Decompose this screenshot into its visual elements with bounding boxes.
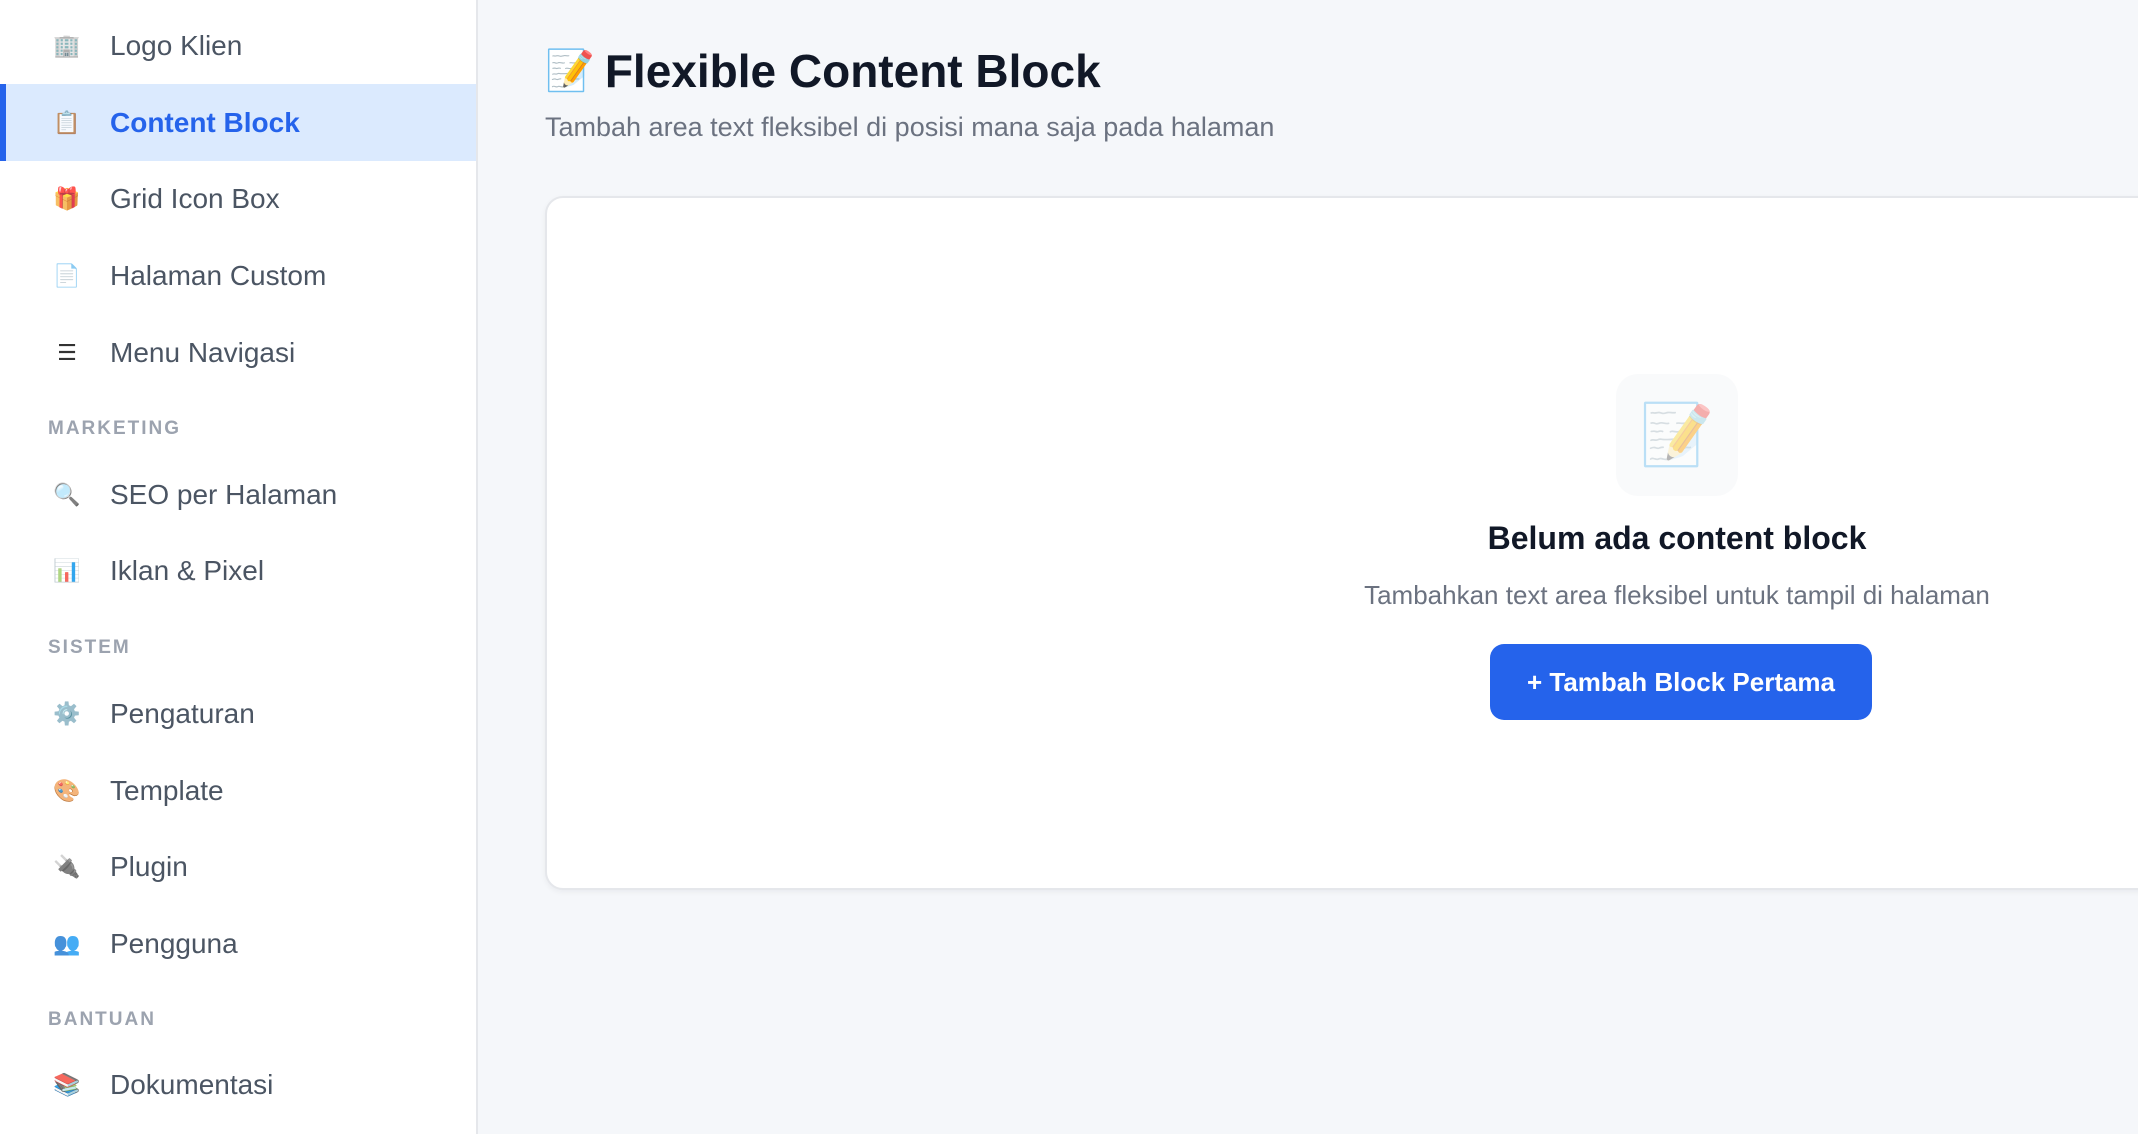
content-block-card: 📝 Belum ada content block Tambahkan text… [545, 196, 2138, 890]
sidebar-item-iklan-pixel[interactable]: 📊 Iklan & Pixel [0, 532, 476, 609]
sidebar: 🏢 Logo Klien 📋 Content Block 🎁 Grid Icon… [0, 0, 478, 1134]
notepad-icon: 📋 [53, 109, 81, 135]
app-root: 🏢 Logo Klien 📋 Content Block 🎁 Grid Icon… [0, 0, 2138, 1134]
sidebar-item-label: Template [110, 774, 224, 806]
sidebar-item-logo-klien[interactable]: 🏢 Logo Klien [0, 7, 476, 84]
sidebar-item-label: Grid Icon Box [110, 182, 280, 214]
sidebar-item-label: Content Block [110, 106, 300, 138]
memo-icon: 📝 [1639, 401, 1715, 468]
sidebar-item-dokumentasi[interactable]: 📚 Dokumentasi [0, 1046, 476, 1123]
sidebar-item-pengguna[interactable]: 👥 Pengguna [0, 905, 476, 982]
empty-state-icon-wrap: 📝 [1616, 374, 1738, 496]
section-heading-bantuan: BANTUAN [48, 1009, 156, 1030]
section-heading-sistem: SISTEM [48, 637, 131, 658]
page-icon: 📄 [53, 262, 81, 288]
sidebar-item-label: Iklan & Pixel [110, 554, 265, 586]
books-icon: 📚 [53, 1071, 81, 1097]
page-subtitle: Tambah area text fleksibel di posisi man… [545, 112, 1275, 142]
empty-state-title: Belum ada content block [1487, 520, 1867, 556]
sidebar-item-label: Pengguna [110, 927, 238, 959]
users-icon: 👥 [53, 930, 81, 956]
sidebar-item-pengaturan[interactable]: ⚙️ Pengaturan [0, 675, 476, 752]
sidebar-item-template[interactable]: 🎨 Template [0, 752, 476, 829]
sidebar-item-label: Menu Navigasi [110, 336, 296, 368]
magnifier-icon: 🔍 [53, 481, 81, 507]
section-heading-marketing: MARKETING [48, 418, 182, 439]
sidebar-item-label: Plugin [110, 850, 188, 882]
add-first-block-button[interactable]: + Tambah Block Pertama [1490, 644, 1872, 720]
palette-icon: 🎨 [53, 777, 81, 803]
menu-lines-icon: ☰ [57, 339, 77, 365]
page-title-text: Flexible Content Block [604, 45, 1101, 97]
sidebar-item-label: Dokumentasi [110, 1068, 274, 1100]
sidebar-item-label: SEO per Halaman [110, 478, 338, 510]
memo-icon: 📝 [545, 49, 595, 93]
sidebar-item-halaman-custom[interactable]: 📄 Halaman Custom [0, 237, 476, 314]
sidebar-item-seo-per-halaman[interactable]: 🔍 SEO per Halaman [0, 456, 476, 533]
sidebar-item-plugin[interactable]: 🔌 Plugin [0, 828, 476, 905]
sidebar-item-grid-icon-box[interactable]: 🎁 Grid Icon Box [0, 160, 476, 237]
bar-chart-icon: 📊 [53, 557, 81, 583]
sidebar-item-label: Logo Klien [110, 29, 243, 61]
gear-icon: ⚙️ [53, 700, 81, 726]
empty-state-description: Tambahkan text area fleksibel untuk tamp… [1364, 580, 1990, 610]
sidebar-item-label: Pengaturan [110, 697, 255, 729]
sidebar-item-label: Halaman Custom [110, 259, 327, 291]
sidebar-item-menu-navigasi[interactable]: ☰ Menu Navigasi [0, 314, 476, 391]
page-title: 📝 Flexible Content Block [545, 44, 1101, 98]
gift-icon: 🎁 [53, 185, 81, 211]
sidebar-item-content-block[interactable]: 📋 Content Block [0, 84, 476, 161]
building-icon: 🏢 [53, 32, 81, 58]
plug-icon: 🔌 [53, 853, 81, 879]
